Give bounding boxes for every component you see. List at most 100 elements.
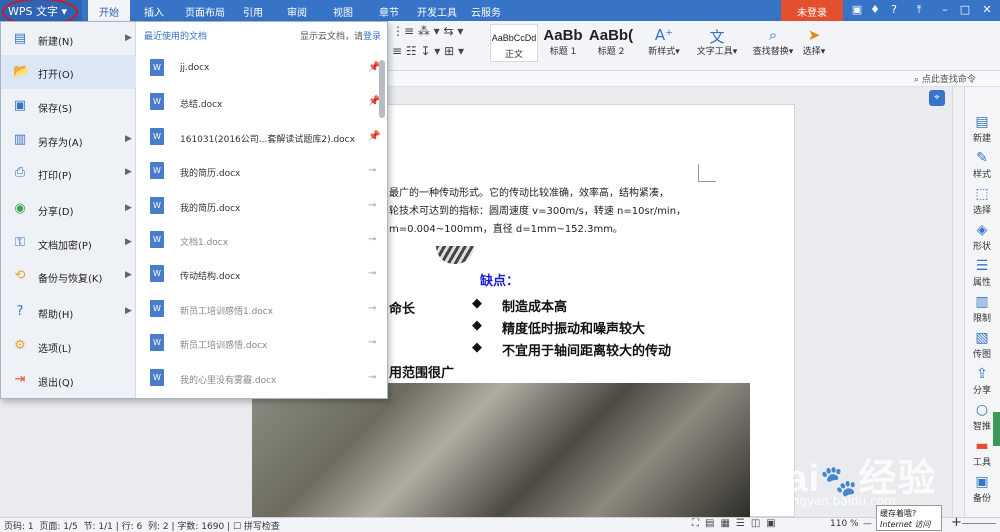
recent-file-item[interactable]: W 文档1.docx ⊸ (146, 224, 378, 258)
pane-share[interactable]: ⇪ 分享 (966, 366, 998, 396)
share-icon: ◉ (14, 201, 26, 216)
menu-item-label: 退出(Q) (38, 378, 74, 389)
paragraph-tools[interactable]: ⋮≡ ⁂ ▾ ⇆ ▾ (392, 24, 463, 38)
pane-style[interactable]: ✎ 样式 (966, 150, 998, 180)
menu-item-options[interactable]: ⚙ 选项(L) (1, 329, 136, 363)
alignment-tools[interactable]: ≡ ☷ ↧ ▾ ⊞ ▾ (392, 44, 464, 58)
menu-item-save-as[interactable]: ▥ 另存为(A) ▶ (1, 123, 136, 157)
recent-file-name: 161031(2016公司...套解读试题库2).docx (180, 134, 355, 145)
pin-icon[interactable]: ⊸ (368, 165, 376, 176)
find-command-search[interactable]: ⌕ 点此查找命令 (914, 72, 976, 85)
help-icon: ? (16, 304, 24, 319)
zoom-level[interactable]: 110 % (830, 519, 859, 529)
share-icon: ⇪ (976, 366, 988, 382)
skin-icon[interactable]: ▣ (850, 3, 864, 17)
docx-file-icon: W (150, 162, 164, 180)
menu-item-open-folder[interactable]: 📂 打开(O) (1, 55, 136, 89)
help-icon[interactable]: ? (887, 3, 901, 17)
pin-icon[interactable]: ⊸ (368, 200, 376, 211)
recent-file-item[interactable]: W 我的心里没有雾霾.docx ⊸ (146, 362, 378, 396)
new-doc-icon: ▤ (975, 114, 989, 130)
bullet-icon: ◆ (472, 340, 482, 355)
view-mode-buttons[interactable]: ⛶▤▦☰◫▣ (692, 518, 782, 529)
docx-file-icon: W (150, 299, 164, 317)
minimize-icon[interactable]: – (938, 3, 952, 17)
pin-icon[interactable]: ⊸ (368, 303, 376, 314)
recent-file-name: 总结.docx (180, 100, 223, 111)
login-button[interactable]: 未登录 (781, 0, 843, 21)
menu-item-label: 备份与恢复(K) (38, 274, 103, 285)
cloud-docs-hint: 显示云文档，请登录 (300, 32, 382, 42)
pinned-icon[interactable]: 📌 (368, 131, 380, 142)
pin-icon[interactable]: ⊸ (368, 268, 376, 279)
restore-window-icon[interactable]: ⤒ (912, 3, 926, 17)
spell-check[interactable]: 拼写检查 (244, 522, 280, 532)
new-style-button[interactable]: A⁺ 新样式▾ (644, 26, 684, 57)
menu-item-encrypt[interactable]: ⚿ 文档加密(P) ▶ (1, 226, 136, 260)
pane-upload-image[interactable]: ▧ 传图 (966, 330, 998, 360)
menu-item-help[interactable]: ? 帮助(H) ▶ (1, 295, 136, 329)
recent-file-item[interactable]: W 新员工培训感悟.docx ⊸ (146, 327, 378, 361)
doc-fragment-2: 用范围很广 (389, 366, 455, 381)
restrict-icon: ▥ (975, 294, 989, 310)
docx-file-icon: W (150, 368, 164, 386)
side-tab-indicator[interactable] (993, 412, 1000, 446)
tab-view[interactable]: 视图 (328, 0, 358, 21)
recent-file-item[interactable]: W 总结.docx 📌 (146, 86, 380, 120)
menu-item-backup[interactable]: ⟲ 备份与恢复(K) ▶ (1, 259, 136, 293)
pin-icon[interactable]: ⊸ (368, 372, 376, 383)
tab-review[interactable]: 审阅 (282, 0, 312, 21)
tab-cloud[interactable]: 云服务 (468, 0, 504, 21)
maximize-icon[interactable]: □ (958, 3, 972, 17)
recent-file-item[interactable]: W 新员工培训感悟1.docx ⊸ (146, 293, 378, 327)
recent-file-item[interactable]: Wjj.docx 📌 (146, 52, 380, 86)
location-pin-icon[interactable]: ⌖ (929, 90, 945, 106)
menu-scrollbar[interactable] (379, 60, 385, 118)
pin-icon[interactable]: ⊸ (368, 234, 376, 245)
menu-item-print[interactable]: ⎙ 打印(P) ▶ (1, 156, 136, 190)
style-heading1[interactable]: AaBb 标题 1 (540, 24, 586, 62)
machinery-photo[interactable] (252, 383, 750, 517)
vertical-scrollbar[interactable] (952, 87, 964, 517)
pane-restrict[interactable]: ▥ 限制 (966, 294, 998, 324)
encrypt-icon: ⚿ (15, 235, 25, 250)
submenu-arrow-icon: ▶ (125, 134, 132, 144)
tab-developer[interactable]: 开发工具 (416, 0, 458, 21)
pane-new[interactable]: ▤ 新建 (966, 114, 998, 144)
recent-file-item[interactable]: W 传动结构.docx ⊸ (146, 258, 378, 292)
login-link[interactable]: 登录 (363, 32, 381, 42)
zoom-out-button[interactable]: — (863, 519, 872, 529)
options-icon: ⚙ (14, 338, 26, 353)
tab-reference[interactable]: 引用 (238, 0, 268, 21)
text-tools-icon: 文 (709, 28, 725, 46)
tab-chapter[interactable]: 章节 (374, 0, 404, 21)
tab-start[interactable]: 开始 (88, 0, 130, 21)
open-folder-icon: 📂 (13, 64, 30, 79)
menu-item-share[interactable]: ◉ 分享(D) ▶ (1, 192, 136, 226)
zoom-slider[interactable] (962, 523, 996, 524)
menu-item-new[interactable]: ▤ 新建(N) ▶ (1, 22, 136, 56)
select-button[interactable]: ➤ 选择▾ (798, 26, 830, 57)
zoom-in-button[interactable]: + (951, 515, 962, 530)
text-tools-button[interactable]: 文文字工具▾ (694, 26, 740, 57)
recent-file-item[interactable]: W 161031(2016公司...套解读试题库2).docx 📌 (146, 121, 380, 155)
tab-insert[interactable]: 插入 (136, 0, 172, 21)
menu-item-exit[interactable]: ⇥ 退出(Q) (1, 363, 136, 397)
tab-page-layout[interactable]: 页面布局 (178, 0, 232, 21)
pin-icon[interactable]: ⊸ (368, 337, 376, 348)
pane-shape[interactable]: ◈ 形状 (966, 222, 998, 252)
pane-select[interactable]: ⬚ 选择 (966, 186, 998, 216)
pane-backup[interactable]: ▣ 备份 (966, 474, 998, 504)
recent-file-item[interactable]: W 我的简历.docx ⊸ (146, 155, 378, 189)
find-replace-button[interactable]: ⌕ 查找替换▾ (750, 26, 796, 57)
style-heading2[interactable]: AaBb(标题 2 (588, 24, 634, 62)
recent-file-item[interactable]: W 我的简历.docx ⊸ (146, 190, 378, 224)
pane-properties[interactable]: ☰ 属性 (966, 258, 998, 288)
doc-line-2: 轮技术可达到的指标：圆周速度 v=300m/s，转速 n=10sr/min， (389, 206, 687, 217)
menu-item-label: 打开(O) (38, 70, 74, 81)
menu-item-save[interactable]: ▣ 保存(S) (1, 89, 136, 123)
style-normal[interactable]: AaBbCcDd 正文 (490, 24, 538, 62)
docx-file-icon: W (150, 334, 164, 352)
shirt-icon[interactable]: ♦ (868, 3, 882, 17)
close-icon[interactable]: ✕ (980, 3, 994, 17)
